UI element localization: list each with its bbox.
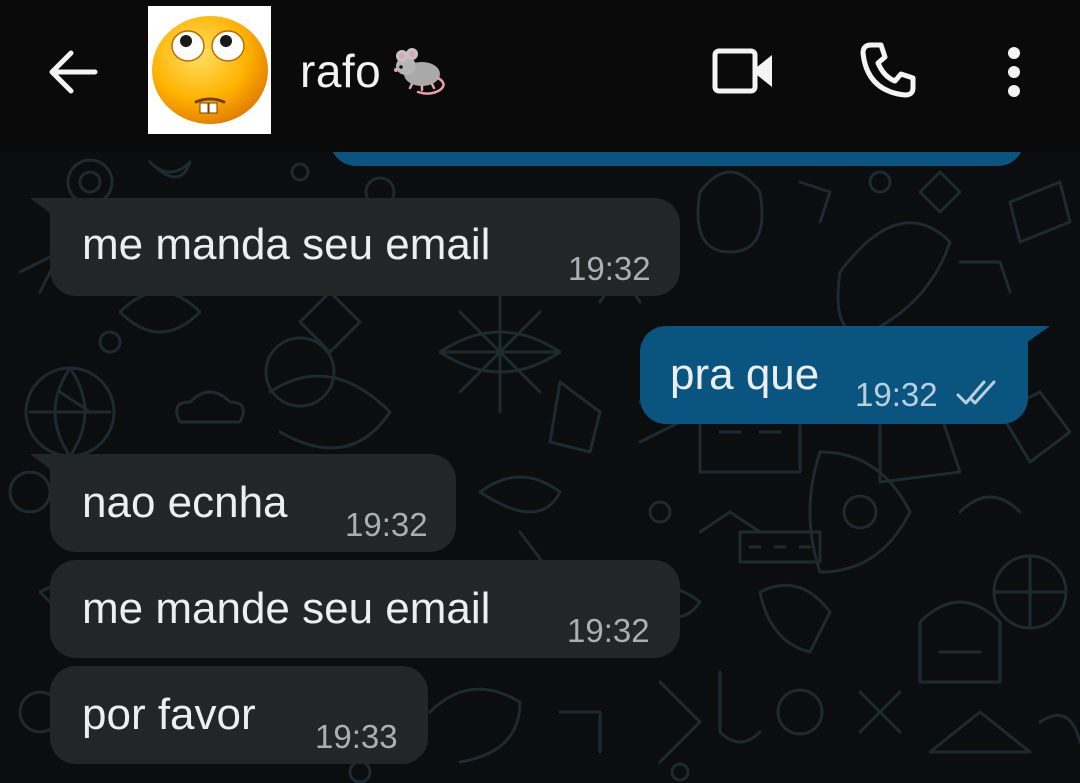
video-call-button[interactable]	[704, 36, 784, 108]
message-text: me mande seu email	[82, 584, 491, 633]
chat-header: rafo	[0, 0, 1080, 152]
back-button[interactable]	[40, 40, 104, 104]
message-text: me manda seu email	[82, 220, 491, 269]
message-bubble-incoming[interactable]: por favor 19:33	[50, 666, 428, 764]
more-options-button[interactable]	[990, 36, 1038, 108]
message-text: por favor	[82, 690, 256, 739]
message-bubble-incoming[interactable]: me mande seu email 19:32	[50, 560, 680, 658]
message-bubble-outgoing[interactable]: pra que 19:32	[640, 326, 1028, 424]
chat-screen: rafo me manda seu email 19:32 pra que 19…	[0, 0, 1080, 783]
message-text: pra que	[670, 350, 820, 399]
message-time: 19:33	[315, 718, 398, 755]
message-time: 19:32	[567, 612, 650, 649]
voice-call-button[interactable]	[852, 34, 924, 106]
message-text: nao ecnha	[82, 478, 288, 527]
message-bubble-incoming[interactable]: nao ecnha 19:32	[50, 454, 456, 552]
video-camera-icon	[712, 48, 772, 94]
face-with-rolling-eyes-emoji	[152, 16, 268, 124]
message-time: 19:32	[345, 506, 428, 543]
phone-icon	[860, 42, 916, 98]
rat-icon	[394, 48, 445, 95]
message-time: 19:32	[568, 250, 651, 287]
contact-name[interactable]: rafo	[300, 44, 381, 98]
arrow-left-icon	[49, 50, 98, 94]
contact-avatar[interactable]	[148, 6, 271, 134]
message-bubble-incoming[interactable]: me manda seu email 19:32	[50, 198, 680, 296]
message-time: 19:32	[855, 376, 938, 413]
more-vertical-icon	[1008, 47, 1020, 97]
double-check-icon	[956, 380, 996, 405]
